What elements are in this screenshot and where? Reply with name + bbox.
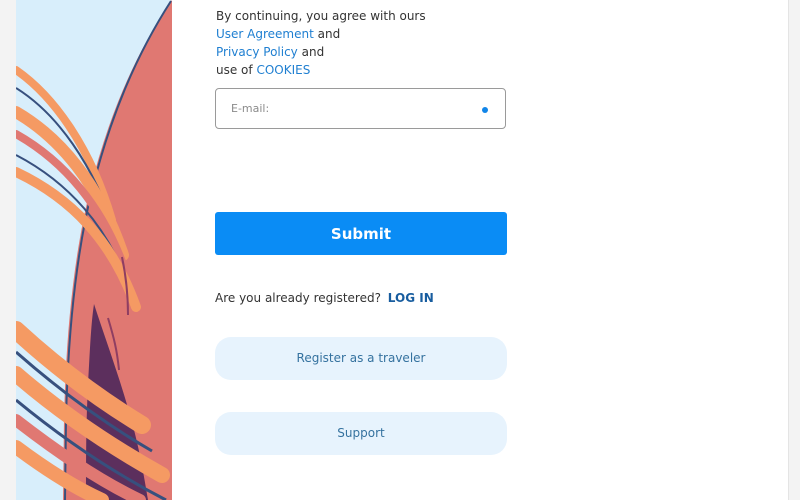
submit-button[interactable]: Submit [215, 212, 507, 255]
consent-intro: By continuing, you agree with ours [216, 9, 426, 23]
email-input[interactable] [231, 89, 471, 128]
consent-and-text-2: and [301, 45, 325, 59]
consent-agreement-line: User Agreement and [216, 25, 516, 43]
consent-privacy-line: Privacy Policy and [216, 43, 516, 61]
decorative-illustration-panel [16, 0, 172, 500]
cookies-link[interactable]: COOKIES [256, 63, 310, 77]
registration-page: By continuing, you agree with ours User … [0, 0, 800, 500]
log-in-link[interactable]: LOG IN [388, 291, 434, 305]
register-traveler-button[interactable]: Register as a traveler [215, 337, 507, 380]
email-field[interactable] [215, 88, 506, 129]
support-button[interactable]: Support [215, 412, 507, 455]
registered-question: Are you already registered? [215, 291, 381, 305]
consent-cookies-line: use of COOKIES [216, 61, 516, 79]
consent-and-text: and [317, 27, 341, 41]
abstract-arc-illustration [16, 0, 172, 500]
login-prompt: Are you already registered? LOG IN [215, 289, 434, 307]
user-agreement-link[interactable]: User Agreement [216, 27, 314, 41]
consent-use-of-text: use of [216, 63, 253, 77]
registration-form-card: By continuing, you agree with ours User … [172, 0, 789, 500]
privacy-policy-link[interactable]: Privacy Policy [216, 45, 298, 59]
required-indicator-icon [482, 107, 488, 113]
consent-text: By continuing, you agree with ours User … [216, 7, 516, 79]
